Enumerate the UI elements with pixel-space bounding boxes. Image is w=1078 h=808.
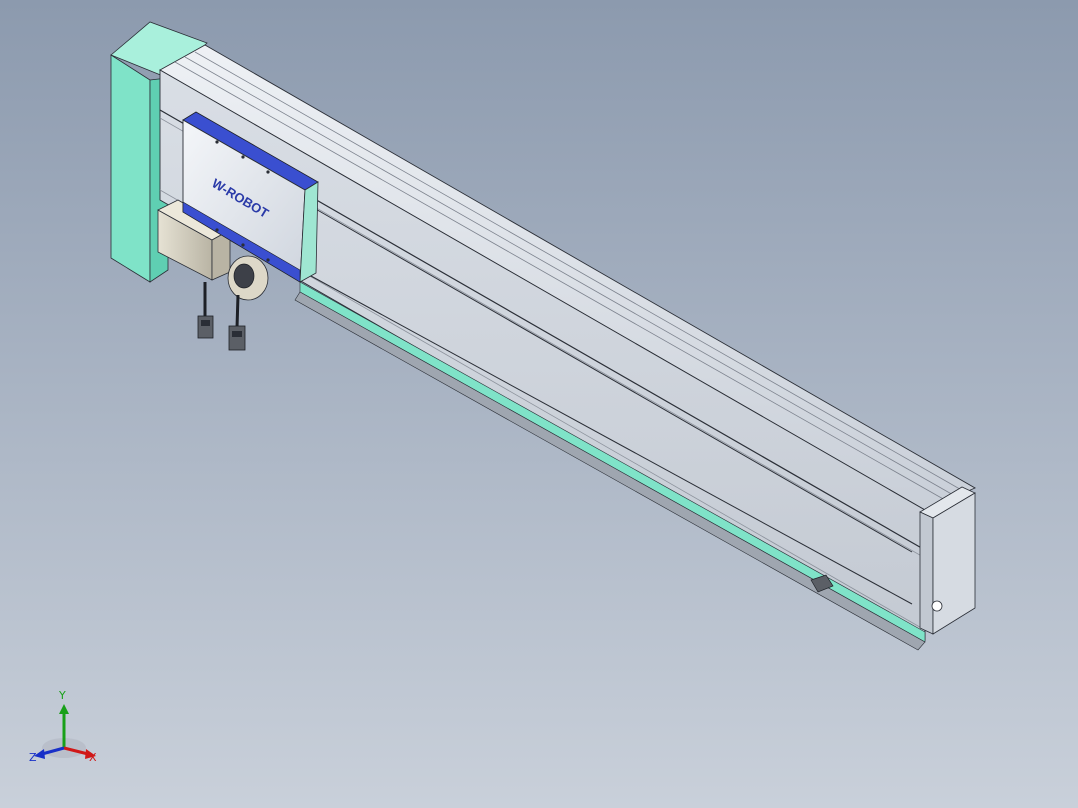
triad-z-label: Z xyxy=(29,751,37,764)
graphics-viewport[interactable]: W-ROBOT Y X Z xyxy=(0,0,1078,808)
linear-actuator-model[interactable]: W-ROBOT xyxy=(0,0,1078,808)
motor-cable-left[interactable] xyxy=(197,282,214,339)
right-end-cap[interactable] xyxy=(919,486,976,635)
view-orientation-triad[interactable]: Y X Z xyxy=(26,690,106,770)
rail-body[interactable] xyxy=(159,44,976,651)
triad-y-label: Y xyxy=(59,689,66,702)
triad-x-label: X xyxy=(89,751,97,764)
motor-cable-right[interactable] xyxy=(228,294,246,351)
